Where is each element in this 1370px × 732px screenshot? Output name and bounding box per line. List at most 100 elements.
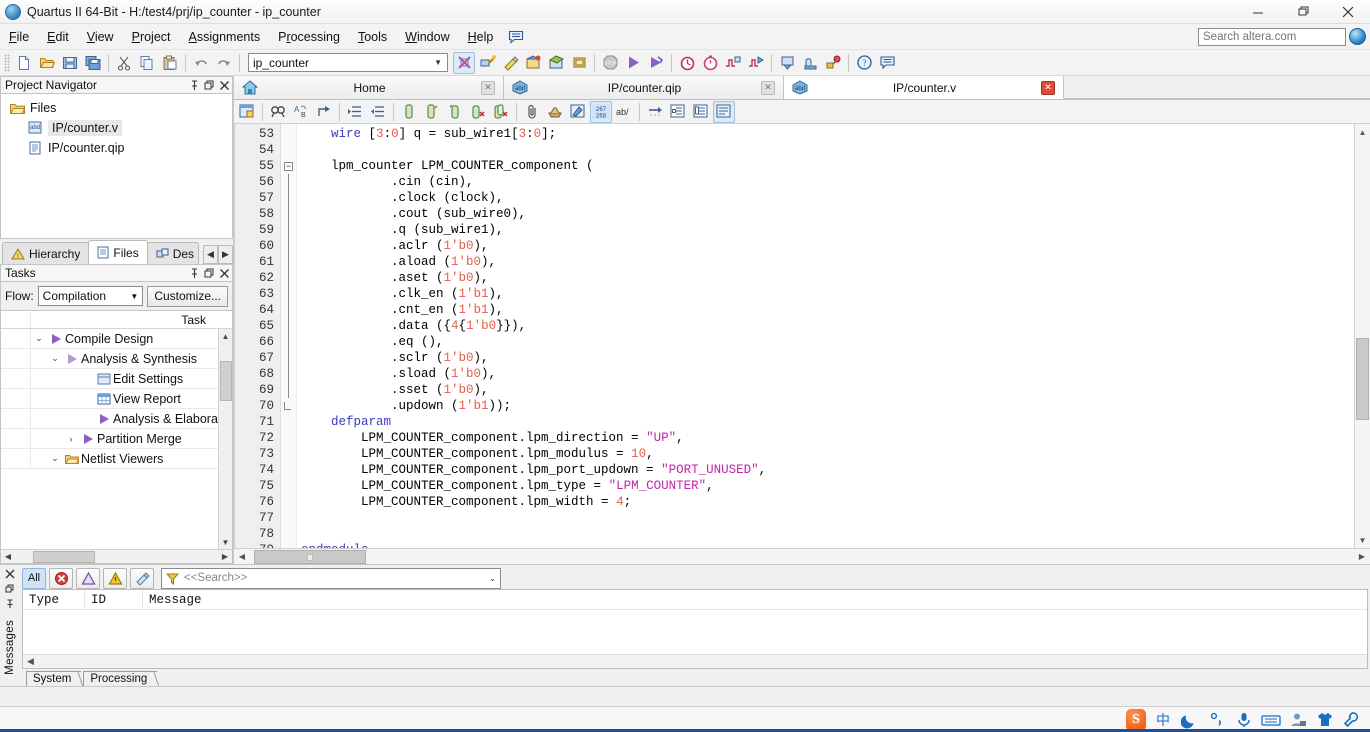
menu-help[interactable]: Help — [459, 27, 503, 47]
code-line[interactable]: defparam — [301, 414, 1354, 430]
programmer-icon[interactable] — [776, 52, 798, 74]
code-line[interactable]: LPM_COUNTER_component.lpm_width = 4; — [301, 494, 1354, 510]
code-line[interactable]: lpm_counter LPM_COUNTER_component ( — [301, 158, 1354, 174]
code-line[interactable]: .cout (sub_wire0), — [301, 206, 1354, 222]
code-line[interactable] — [301, 142, 1354, 158]
shirt-icon[interactable] — [1315, 710, 1335, 730]
user-icon[interactable] — [1288, 710, 1308, 730]
close-icon[interactable] — [217, 78, 232, 93]
tasks-horizontal-scrollbar[interactable]: ◀ ▶ — [1, 549, 232, 563]
save-all-icon[interactable] — [82, 52, 104, 74]
tab-design-units[interactable]: Des — [146, 242, 199, 264]
tasks-vertical-scrollbar[interactable]: ▲ ▼ — [218, 329, 232, 549]
doctab-counter-v[interactable]: abd IP/counter.v ✕ — [784, 76, 1064, 99]
task-row[interactable]: Analysis & Elaborat — [1, 409, 232, 429]
messages-table-body[interactable] — [23, 610, 1367, 654]
wrench-icon[interactable] — [1342, 710, 1362, 730]
cut-icon[interactable] — [113, 52, 135, 74]
filter-critical-warning-button[interactable] — [76, 567, 100, 589]
new-file-icon[interactable] — [13, 52, 35, 74]
code-line[interactable] — [301, 510, 1354, 526]
code-line[interactable]: LPM_COUNTER_component.lpm_modulus = 10, — [301, 446, 1354, 462]
bookmark-clear-all-icon[interactable] — [490, 101, 512, 123]
note-icon[interactable] — [876, 52, 898, 74]
close-icon[interactable] — [217, 266, 232, 281]
menu-view[interactable]: View — [78, 27, 123, 47]
filter-warning-button[interactable] — [103, 567, 127, 589]
scroll-thumb[interactable] — [1355, 338, 1369, 420]
color-code-icon[interactable] — [567, 101, 589, 123]
tab-next-button[interactable]: ▶ — [218, 245, 233, 264]
microphone-icon[interactable] — [1234, 710, 1254, 730]
doctab-counter-qip[interactable]: abd IP/counter.qip ✕ — [504, 76, 784, 99]
copy-icon[interactable] — [136, 52, 158, 74]
tab-system[interactable]: System — [26, 671, 82, 686]
tree-root-files[interactable]: Files — [1, 98, 232, 118]
decrease-indent-icon[interactable] — [367, 101, 389, 123]
menu-processing[interactable]: Processing — [269, 27, 349, 47]
close-icon[interactable]: ✕ — [481, 80, 495, 95]
find-icon[interactable] — [267, 101, 289, 123]
editor-vertical-scrollbar[interactable]: ▲ ▼ — [1354, 124, 1370, 548]
menu-assignments[interactable]: Assignments — [180, 27, 270, 47]
analysis-synthesis-icon[interactable] — [476, 52, 498, 74]
code-line[interactable]: .eq (), — [301, 334, 1354, 350]
task-row[interactable]: ⌄ Netlist Viewers — [1, 449, 232, 469]
goto-line-icon[interactable] — [313, 101, 335, 123]
scroll-right-icon[interactable]: ▶ — [1354, 549, 1370, 565]
chevron-down-icon[interactable]: ⌄ — [31, 333, 47, 344]
task-row[interactable]: Edit Settings — [1, 369, 232, 389]
minimize-button[interactable] — [1235, 0, 1280, 24]
tab-files[interactable]: Files — [88, 240, 148, 264]
open-file-icon[interactable] — [36, 52, 58, 74]
collapse-icon[interactable] — [667, 101, 689, 123]
insert-template-icon[interactable] — [236, 101, 258, 123]
code-line[interactable]: .cnt_en (1'b1), — [301, 302, 1354, 318]
pin-icon[interactable] — [187, 78, 202, 93]
scroll-down-icon[interactable]: ▼ — [1355, 532, 1370, 548]
signaltap-icon[interactable] — [722, 52, 744, 74]
chevron-down-icon[interactable]: ⌄ — [489, 574, 496, 583]
scroll-thumb[interactable] — [254, 549, 366, 564]
messages-table[interactable]: Type ID Message ◀ — [22, 589, 1368, 669]
pin-icon[interactable] — [3, 597, 17, 610]
stop-icon[interactable]: STOP — [599, 52, 621, 74]
close-button[interactable] — [1325, 0, 1370, 24]
assignment-editor-icon[interactable] — [522, 52, 544, 74]
code-line[interactable]: endmodule — [301, 542, 1354, 548]
menu-project[interactable]: Project — [123, 27, 180, 47]
moon-icon[interactable] — [1180, 710, 1200, 730]
tasks-grid[interactable]: Task ⌄ Compile Design ⌄ Analysis & Synth… — [0, 310, 233, 564]
chip-planner-icon[interactable] — [799, 52, 821, 74]
expand-icon[interactable] — [690, 101, 712, 123]
task-row[interactable]: ⌄ Compile Design — [1, 329, 232, 349]
code-line[interactable]: LPM_COUNTER_component.lpm_type = "LPM_CO… — [301, 478, 1354, 494]
maximize-button[interactable] — [1280, 0, 1325, 24]
filter-info-button[interactable] — [130, 567, 154, 589]
menu-file[interactable]: File — [0, 27, 38, 47]
task-row[interactable]: › Partition Merge — [1, 429, 232, 449]
goto-icon[interactable] — [644, 101, 666, 123]
toolbar-grip[interactable] — [4, 53, 10, 72]
code-line[interactable]: LPM_COUNTER_component.lpm_direction = "U… — [301, 430, 1354, 446]
task-row[interactable]: View Report — [1, 389, 232, 409]
paste-icon[interactable] — [159, 52, 181, 74]
scroll-thumb[interactable] — [219, 361, 232, 401]
scroll-left-icon[interactable]: ◀ — [1, 550, 15, 564]
scroll-right-icon[interactable]: ▶ — [218, 550, 232, 564]
menu-window[interactable]: Window — [396, 27, 458, 47]
flow-combo[interactable]: Compilation ▼ — [37, 286, 144, 306]
globe-icon[interactable] — [1349, 28, 1366, 45]
scroll-track[interactable] — [250, 549, 1354, 564]
scroll-up-icon[interactable]: ▲ — [1355, 124, 1370, 140]
tab-processing[interactable]: Processing — [83, 671, 158, 686]
find-replace-icon[interactable]: AB — [290, 101, 312, 123]
bookmark-toggle-icon[interactable] — [444, 101, 466, 123]
code-line[interactable]: .sset (1'b0), — [301, 382, 1354, 398]
code-folding-column[interactable]: − — [281, 124, 297, 548]
scroll-track[interactable] — [1355, 140, 1370, 532]
filter-all-button[interactable]: All — [22, 567, 46, 589]
attach-icon[interactable] — [521, 101, 543, 123]
code-line[interactable]: .clock (clock), — [301, 190, 1354, 206]
timing-analyzer-icon[interactable] — [676, 52, 698, 74]
